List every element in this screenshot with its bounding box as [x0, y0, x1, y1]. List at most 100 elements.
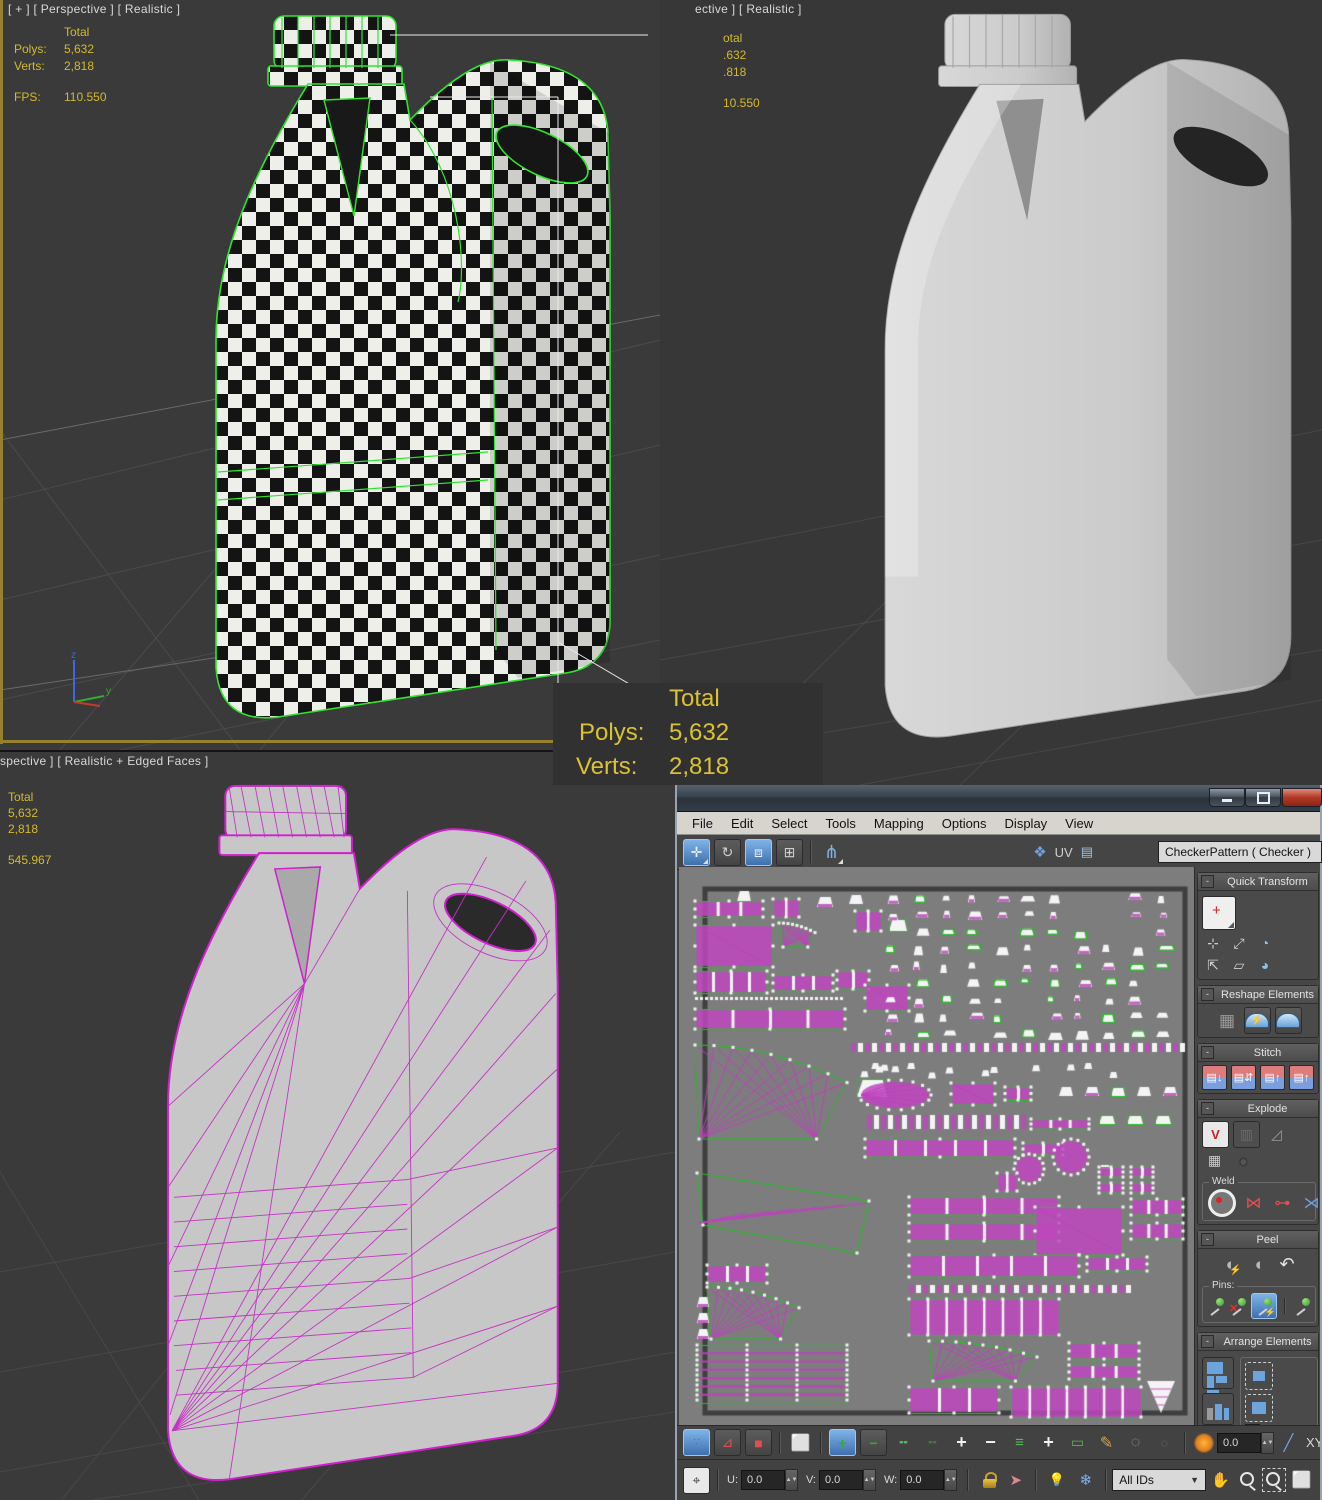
pattern-dropdown[interactable]: CheckerPattern ( Checker ) — [1158, 841, 1322, 863]
jerrycan-wireframe-model[interactable] — [48, 772, 648, 1500]
edge-mode-button[interactable]: ⊿ — [714, 1429, 741, 1456]
rotate-tool-button[interactable]: ↻ — [714, 838, 741, 866]
w-field[interactable]: 0.0 — [900, 1470, 945, 1490]
collapse-icon[interactable]: - — [1201, 875, 1214, 888]
zoom-region-icon[interactable] — [1262, 1468, 1286, 1492]
select-ring-icon[interactable]: ≡ — [1007, 1430, 1032, 1455]
move-snap-icon[interactable]: ⊹ — [1202, 932, 1224, 954]
shrink-selection-button[interactable]: − — [860, 1429, 887, 1456]
viewport-label[interactable]: ective ] [ Realistic ] — [695, 2, 802, 16]
window-titlebar[interactable] — [677, 785, 1322, 812]
soft-selection-spinner[interactable]: ▲▼ — [1261, 1431, 1274, 1454]
section-header-stitch[interactable]: - Stitch — [1198, 1044, 1318, 1062]
properties-icon[interactable]: ▤ — [1081, 844, 1093, 860]
v-spinner[interactable]: ▲▼ — [863, 1469, 876, 1491]
close-button[interactable] — [1282, 788, 1322, 807]
select-loop-icon[interactable]: ╍ — [891, 1430, 916, 1455]
target-weld-icon[interactable] — [1208, 1189, 1236, 1217]
menu-file[interactable]: File — [683, 816, 722, 831]
absolute-mode-icon[interactable]: ⌖ — [683, 1466, 710, 1494]
pin-tool-icon[interactable] — [1207, 1297, 1225, 1315]
element-mode-icon[interactable]: ⬜ — [788, 1430, 813, 1455]
maximize-button[interactable] — [1245, 788, 1281, 807]
falloff-space-label[interactable]: XY — [1306, 1435, 1320, 1450]
zoom-icon[interactable] — [1239, 1471, 1257, 1489]
collapse-icon[interactable]: - — [1201, 1046, 1214, 1059]
collapse-icon[interactable]: - — [1201, 988, 1214, 1001]
freeform-tool-button[interactable]: ⊞ — [776, 838, 803, 866]
section-header-arrange-elements[interactable]: - Arrange Elements — [1198, 1333, 1318, 1351]
loop-shrink-icon[interactable]: − — [978, 1430, 1003, 1455]
u-spinner[interactable]: ▲▼ — [785, 1469, 798, 1491]
align-element-icon[interactable]: ▱ — [1228, 954, 1250, 976]
relax-fast-button[interactable]: ⚡ — [1243, 1007, 1271, 1034]
collapse-icon[interactable]: - — [1201, 1233, 1214, 1246]
rescale-elements-button[interactable] — [1202, 1393, 1234, 1425]
menu-edit[interactable]: Edit — [722, 816, 762, 831]
menu-tools[interactable]: Tools — [817, 816, 865, 831]
menu-view[interactable]: View — [1056, 816, 1102, 831]
menu-display[interactable]: Display — [996, 816, 1057, 831]
collapse-icon[interactable]: - — [1201, 1335, 1214, 1348]
section-header-reshape-elements[interactable]: - Reshape Elements — [1198, 986, 1318, 1004]
mirror-tool-button[interactable]: ⋔ — [819, 840, 844, 865]
flatten-material-icon[interactable]: ● — [1231, 1148, 1256, 1173]
lock-selection-icon[interactable] — [983, 1472, 998, 1488]
section-header-quick-transform[interactable]: - Quick Transform — [1198, 873, 1318, 891]
rotate-cw-icon[interactable]: ◔ — [1254, 932, 1276, 954]
grow-selection-button[interactable]: + — [829, 1429, 856, 1456]
viewport-perspective-gray[interactable]: ective ] [ Realistic ] otal .632 .818 10… — [660, 0, 1322, 785]
auto-pin-button[interactable]: ⚡ — [1251, 1293, 1277, 1319]
menu-mapping[interactable]: Mapping — [865, 816, 933, 831]
pack-full-icon[interactable] — [1245, 1394, 1273, 1422]
soft-selection-field[interactable]: 0.0 — [1217, 1432, 1261, 1453]
peel-mode-icon[interactable]: ◖ — [1246, 1252, 1271, 1277]
align-vertical-icon[interactable]: ⇱ — [1202, 954, 1224, 976]
scale-tool-button[interactable]: ⧈ — [745, 838, 772, 866]
minimize-button[interactable] — [1209, 788, 1245, 807]
paint-shrink-icon[interactable]: ◌ — [1152, 1430, 1177, 1455]
jerrycan-gray-model[interactable] — [820, 0, 1322, 762]
align-pivot-button[interactable]: + — [1202, 896, 1236, 930]
menu-select[interactable]: Select — [762, 816, 816, 831]
pack-normalize-button[interactable] — [1202, 1357, 1234, 1397]
jerrycan-checker-model[interactable] — [148, 2, 648, 742]
break-by-vertex-icon[interactable]: V — [1202, 1121, 1229, 1148]
flatten-smoothing-icon[interactable]: ▦ — [1202, 1148, 1227, 1173]
stitch-average-icon[interactable]: ▤↑ — [1289, 1065, 1314, 1090]
vertex-mode-button[interactable]: ∵ — [683, 1429, 710, 1456]
section-header-peel[interactable]: - Peel — [1198, 1231, 1318, 1249]
pack-together-icon[interactable] — [1245, 1362, 1273, 1390]
paint-select-icon[interactable]: ✎ — [1094, 1430, 1119, 1455]
flatten-angle-icon[interactable]: ◿ — [1264, 1122, 1289, 1147]
v-field[interactable]: 0.0 — [819, 1470, 863, 1490]
unpin-tool-icon[interactable]: ✕ — [1229, 1297, 1247, 1315]
quick-peel-icon[interactable]: ◖ ⚡ — [1217, 1252, 1242, 1277]
w-spinner[interactable]: ▲▼ — [944, 1469, 958, 1491]
show-map-icon[interactable]: ❖ — [1033, 843, 1046, 861]
reset-peel-icon[interactable]: ↶ — [1275, 1252, 1300, 1277]
stitch-custom-icon[interactable]: ▤↓ — [1202, 1065, 1227, 1090]
uv-canvas[interactable] — [679, 867, 1197, 1427]
weld-selected-icon[interactable]: ⋈ — [1241, 1191, 1266, 1216]
zoom-extents-cube-icon[interactable]: ⬜ — [1289, 1468, 1314, 1493]
weld-edges-icon[interactable]: ⋊ — [1299, 1191, 1320, 1216]
pan-hand-icon[interactable]: ✋ — [1208, 1468, 1233, 1493]
material-id-dropdown[interactable]: All IDs ▼ — [1112, 1469, 1206, 1491]
rotate-ccw-icon[interactable]: ◕ — [1254, 954, 1276, 976]
falloff-linear-icon[interactable]: ╱ — [1276, 1430, 1301, 1455]
viewport-perspective-checker[interactable]: z y [ + ] [ Perspective ] [ Realistic ] … — [0, 0, 660, 750]
u-field[interactable]: 0.0 — [741, 1470, 785, 1490]
select-highlight-icon[interactable]: ➤ — [1003, 1468, 1028, 1493]
stitch-source-icon[interactable]: ▤⇵ — [1231, 1065, 1256, 1090]
pin-extra-icon[interactable] — [1293, 1297, 1311, 1315]
ring-grow-icon[interactable]: + — [1036, 1430, 1061, 1455]
select-by-element-icon[interactable]: ▭ — [1065, 1430, 1090, 1455]
move-tool-button[interactable]: ✛ — [683, 838, 710, 866]
straighten-icon[interactable]: ▦ — [1215, 1008, 1240, 1033]
weld-vertices-icon[interactable]: ⊶ — [1270, 1191, 1295, 1216]
loop-grow-icon[interactable]: + — [949, 1430, 974, 1455]
freeze-icon[interactable]: ❄ — [1073, 1468, 1098, 1493]
relax-button[interactable] — [1274, 1007, 1302, 1034]
section-header-explode[interactable]: - Explode — [1198, 1100, 1318, 1118]
